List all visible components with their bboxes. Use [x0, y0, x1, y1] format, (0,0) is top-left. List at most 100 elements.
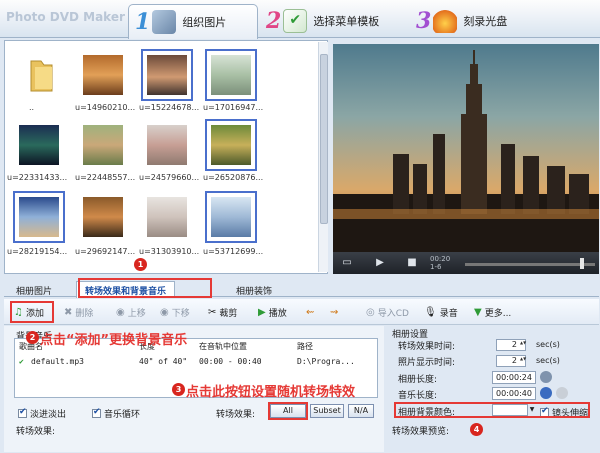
column-header-position[interactable]: 在音轨中位置	[199, 341, 247, 352]
player-time-range: 1-6	[430, 263, 442, 271]
step-organize-pictures[interactable]: 1 组织图片	[128, 4, 258, 39]
stop-icon[interactable]: ■	[405, 256, 419, 270]
transition-time-spinner[interactable]: 2	[496, 339, 526, 351]
step-badge-2: 2	[26, 331, 39, 344]
pictures-icon	[152, 10, 177, 34]
app-title: Photo DVD Maker	[6, 10, 125, 24]
photo-image	[19, 197, 59, 237]
fade-checkbox[interactable]: 淡进淡出	[18, 407, 66, 420]
track-name[interactable]: default.mp3	[31, 357, 84, 366]
checkbox-box[interactable]	[18, 407, 27, 418]
photo-thumbnail[interactable]	[77, 119, 129, 171]
settings-small-icon[interactable]	[556, 387, 568, 399]
photo-thumbnail[interactable]	[13, 191, 65, 243]
photo-time-spinner[interactable]: 2	[496, 355, 526, 367]
unit-label: sec(s)	[536, 340, 560, 349]
transition-left-button[interactable]: ⇜	[306, 304, 317, 320]
photo-image	[211, 125, 251, 165]
folder-icon	[30, 60, 53, 92]
burn-disc-icon	[433, 8, 458, 33]
more-button[interactable]: ▼ 更多...	[474, 304, 511, 320]
photo-thumbnail[interactable]	[205, 119, 257, 171]
album-length-label: 相册长度:	[398, 375, 438, 385]
track-path: D:\Progra...	[297, 357, 355, 366]
play-triangle-icon: ▶	[258, 306, 266, 318]
photo-thumbnail[interactable]	[205, 191, 257, 243]
column-header-path[interactable]: 路径	[297, 341, 313, 352]
record-label: 录音	[439, 308, 458, 319]
photo-image	[83, 55, 123, 95]
folder-up-item[interactable]	[13, 49, 65, 101]
thumbnail-panel: .. u=14960210... u=15224678... u=1701694…	[4, 40, 328, 274]
play-icon[interactable]: ▶	[373, 256, 387, 270]
photo-thumbnail[interactable]	[205, 49, 257, 101]
photo-image	[147, 197, 187, 237]
photo-image	[147, 55, 187, 95]
photo-image	[83, 197, 123, 237]
highlight-background-color	[394, 402, 590, 418]
thumbnail-caption: u=28219154...	[7, 247, 68, 256]
step-burn-disc[interactable]: 3 刻录光盘	[412, 5, 507, 36]
step-select-menu-template[interactable]: 2 选择菜单模板	[262, 5, 379, 36]
play-label: 播放	[268, 308, 287, 319]
transition-subset-button[interactable]: Subset	[310, 404, 344, 418]
move-down-button[interactable]: ◉ 下移	[160, 304, 190, 320]
cut-label: 裁剪	[219, 308, 238, 319]
thumbnail-caption: u=26520876...	[203, 173, 264, 182]
chevron-down-icon: ▼	[474, 306, 482, 318]
photo-thumbnail[interactable]	[77, 191, 129, 243]
photo-thumbnail[interactable]	[141, 119, 193, 171]
step-label: 组织图片	[182, 16, 227, 29]
tip-change-music: 点击“添加”更换背景音乐	[40, 333, 188, 348]
photo-image	[147, 125, 187, 165]
tip-random-transition: 点击此按钮设置随机转场特效	[186, 385, 356, 400]
checkbox-box[interactable]	[92, 407, 101, 418]
step-number: 1	[135, 9, 151, 35]
record-button[interactable]: 🎙 录音	[424, 304, 458, 320]
photo-thumbnail[interactable]	[141, 191, 193, 243]
fullscreen-icon[interactable]: ▭	[340, 256, 354, 270]
step-label: 刻录光盘	[463, 14, 508, 28]
gear-icon[interactable]	[540, 371, 552, 383]
import-cd-button[interactable]: ◎ 导入CD	[366, 304, 409, 320]
seek-slider[interactable]	[465, 263, 595, 266]
delete-button[interactable]: ✖ 删除	[64, 304, 93, 320]
thumbnail-caption: u=15224678...	[139, 103, 200, 112]
seek-slider-knob[interactable]	[580, 258, 584, 269]
tab-album-pictures[interactable]: 相册图片	[8, 282, 60, 298]
delete-label: 删除	[75, 308, 94, 319]
tab-album-decoration[interactable]: 相册装饰	[228, 282, 280, 298]
move-up-button[interactable]: ◉ 上移	[116, 304, 146, 320]
scrollbar-thumb[interactable]	[320, 54, 328, 224]
music-length-label: 音乐长度:	[398, 391, 438, 401]
cd-icon: ◎	[366, 306, 375, 318]
photo-thumbnail[interactable]	[77, 49, 129, 101]
thumbnail-caption: u=17016947...	[203, 103, 264, 112]
loop-checkbox[interactable]: 音乐循环	[92, 407, 140, 420]
loop-label: 音乐循环	[104, 410, 141, 420]
photo-thumbnail[interactable]	[13, 119, 65, 171]
photo-image	[211, 55, 251, 95]
cut-button[interactable]: ✂ 裁剪	[208, 304, 237, 320]
import-cd-label: 导入CD	[377, 308, 409, 319]
thumbnail-scrollbar[interactable]	[318, 42, 328, 272]
thumbnail-caption: u=29692147...	[75, 247, 136, 256]
transition-time-label: 转场效果时间:	[398, 342, 456, 352]
step-number: 2	[266, 7, 282, 34]
highlight-tab	[78, 278, 212, 298]
music-length-value: 00:00:40	[492, 387, 536, 400]
delete-icon: ✖	[64, 306, 73, 318]
arrow-up-icon: ◉	[116, 306, 125, 318]
thumbnail-caption: u=31303910...	[139, 247, 200, 256]
photo-image	[83, 125, 123, 165]
highlight-all-button	[268, 402, 308, 420]
arrow-down-icon: ◉	[160, 306, 169, 318]
checkmark-icon: ✔	[19, 357, 24, 366]
music-sync-icon[interactable]	[540, 387, 552, 399]
photo-thumbnail[interactable]	[141, 49, 193, 101]
transition-na-button[interactable]: N/A	[348, 404, 374, 418]
fade-label: 淡进淡出	[30, 410, 67, 420]
transition-right-button[interactable]: ⇝	[330, 304, 341, 320]
play-button[interactable]: ▶ 播放	[258, 304, 287, 320]
transition-preview-label: 转场效果预览:	[392, 427, 450, 437]
